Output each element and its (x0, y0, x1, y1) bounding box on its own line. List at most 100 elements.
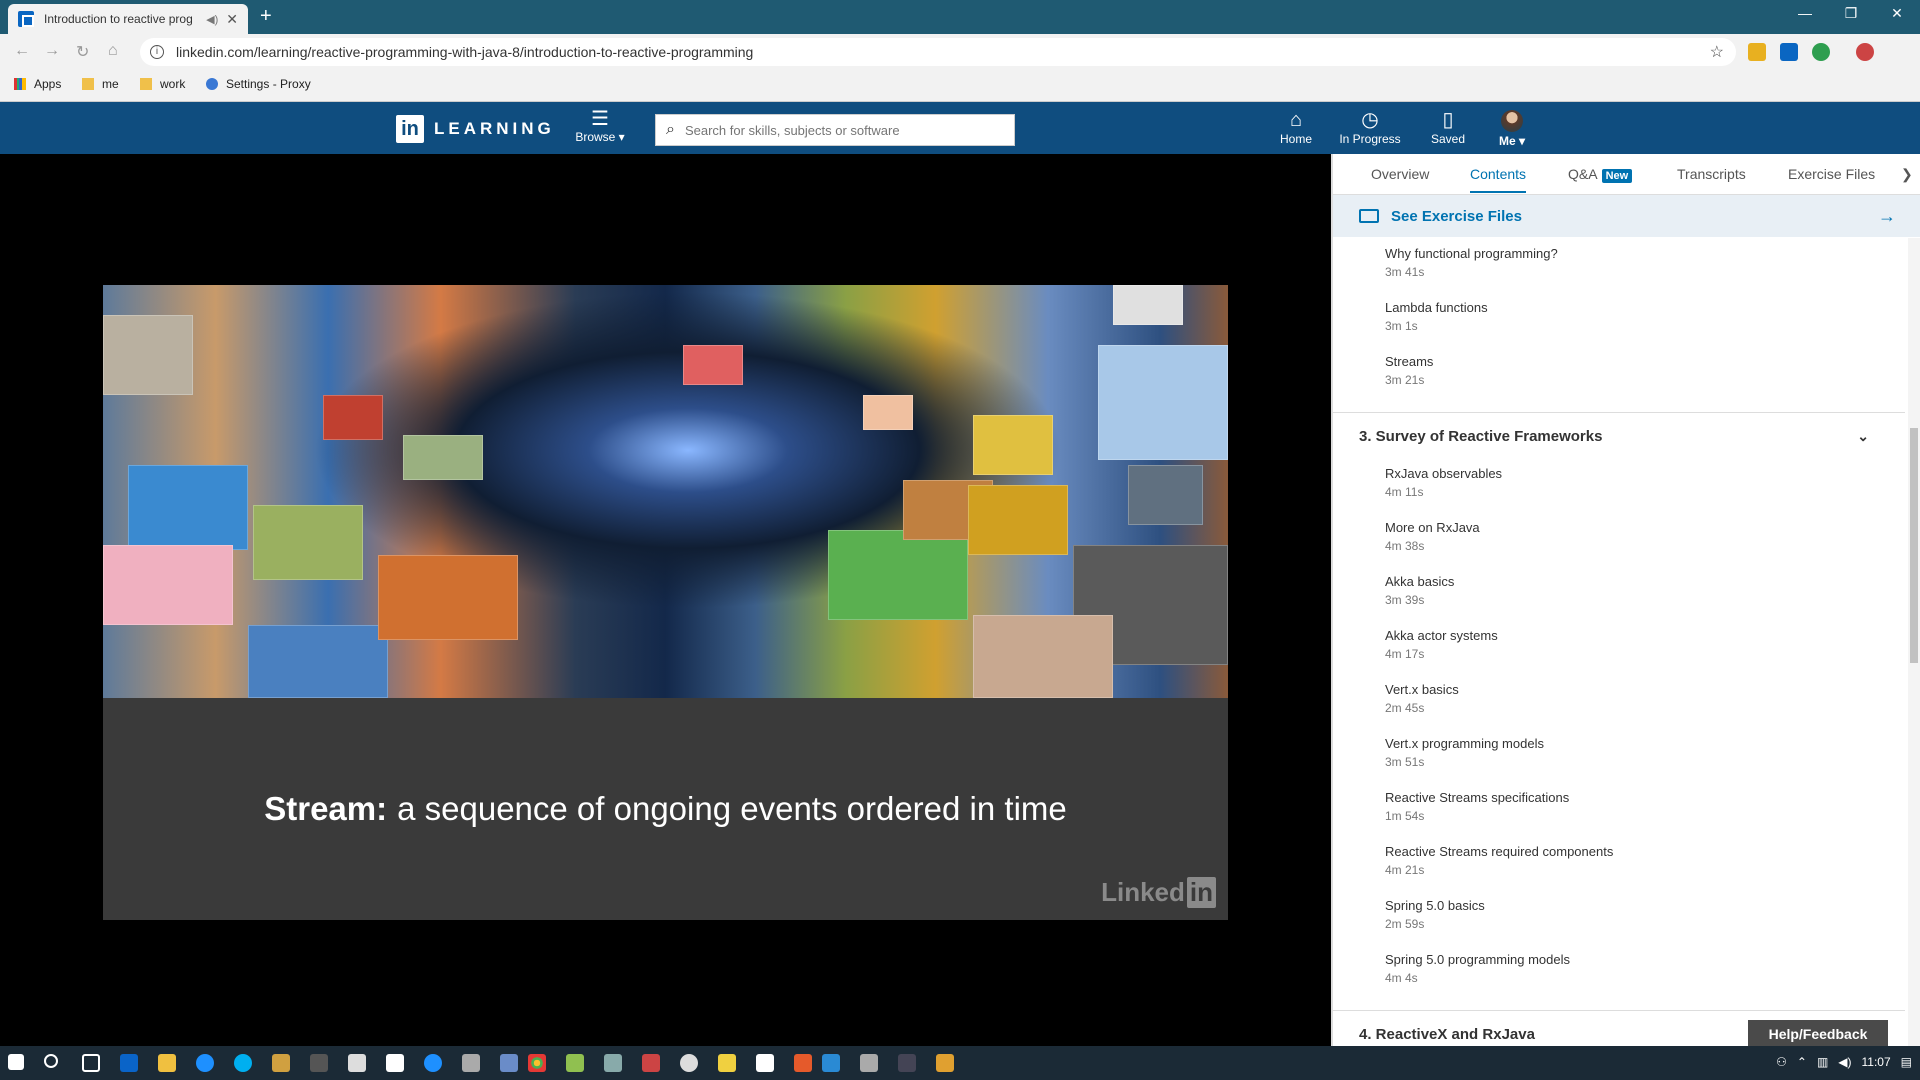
video-player[interactable]: Stream: a sequence of ongoing events ord… (0, 154, 1331, 1046)
app-icon[interactable] (424, 1054, 442, 1072)
chevron-up-icon[interactable]: ⌃ (1797, 1055, 1807, 1069)
vscode-icon[interactable] (822, 1054, 840, 1072)
app-icon[interactable] (500, 1054, 518, 1072)
nav-me[interactable]: Me ▾ (1492, 108, 1532, 148)
see-exercise-files-link[interactable]: See Exercise Files → (1333, 195, 1920, 237)
bookmark-settings-proxy[interactable]: Settings - Proxy (206, 77, 311, 91)
nav-saved[interactable]: ▯ Saved (1426, 108, 1470, 146)
clock-icon: ◷ (1361, 109, 1379, 131)
app-icon[interactable] (936, 1054, 954, 1072)
list-item[interactable]: Akka actor systems 4m 17s (1385, 628, 1498, 661)
clock-time[interactable]: 11:07 (1862, 1055, 1891, 1069)
extension-icon[interactable] (1748, 43, 1766, 61)
list-item[interactable]: Vert.x programming models 3m 51s (1385, 736, 1544, 769)
list-item[interactable]: More on RxJava 4m 38s (1385, 520, 1480, 553)
section-header[interactable]: 4. ReactiveX and RxJava (1359, 1026, 1535, 1043)
task-view-icon[interactable] (82, 1054, 100, 1072)
profile-icon[interactable] (1856, 43, 1874, 61)
app-icon[interactable] (898, 1054, 916, 1072)
gear-icon (206, 78, 218, 90)
folder-icon (140, 78, 152, 90)
people-icon[interactable]: ⚇ (1776, 1055, 1787, 1069)
file-explorer-icon[interactable] (158, 1054, 176, 1072)
reload-icon[interactable]: ↻ (76, 42, 89, 62)
nav-home[interactable]: ⌂ Home (1274, 108, 1318, 146)
minimize-icon[interactable]: — (1790, 5, 1820, 21)
app-icon[interactable] (642, 1054, 660, 1072)
site-info-icon[interactable]: i (150, 45, 164, 59)
linkedin-learning-logo[interactable]: in LEARNING (396, 115, 555, 143)
list-item[interactable]: Why functional programming? 3m 41s (1385, 246, 1558, 279)
app-icon[interactable] (462, 1054, 480, 1072)
linkedin-learning-favicon (18, 11, 34, 27)
intellij-icon[interactable] (386, 1054, 404, 1072)
back-icon[interactable]: ← (14, 42, 30, 60)
windows-start-icon[interactable] (8, 1054, 24, 1070)
outlook-icon[interactable] (120, 1054, 138, 1072)
list-item[interactable]: Reactive Streams specifications 1m 54s (1385, 790, 1569, 823)
app-icon[interactable] (860, 1054, 878, 1072)
video-duration: 4m 4s (1385, 971, 1418, 985)
app-icon[interactable] (756, 1054, 774, 1072)
address-bar[interactable]: i linkedin.com/learning/reactive-program… (140, 38, 1736, 66)
extension-badge-icon[interactable] (1812, 43, 1830, 61)
nav-in-progress[interactable]: ◷ In Progress (1338, 108, 1402, 146)
new-tab-button[interactable]: + (260, 5, 272, 28)
tab-qa[interactable]: Q&A New (1568, 166, 1633, 183)
bookmark-star-icon[interactable]: ☆ (1710, 42, 1724, 62)
network-icon[interactable]: ▥ (1817, 1055, 1828, 1069)
skype-icon[interactable] (234, 1054, 252, 1072)
contents-scrollbar[interactable] (1908, 238, 1920, 1046)
list-item[interactable]: Vert.x basics 2m 45s (1385, 682, 1459, 715)
app-icon[interactable] (272, 1054, 290, 1072)
home-button-icon[interactable]: ⌂ (108, 42, 118, 60)
chevron-right-icon[interactable]: ❯ (1901, 166, 1913, 183)
sticky-notes-icon[interactable] (718, 1054, 736, 1072)
search-icon[interactable] (44, 1054, 58, 1068)
bookmark-folder-work[interactable]: work (140, 77, 185, 91)
list-item[interactable]: RxJava observables 4m 11s (1385, 466, 1502, 499)
close-tab-icon[interactable]: ✕ (226, 11, 238, 28)
video-duration: 3m 51s (1385, 755, 1425, 769)
app-icon[interactable] (348, 1054, 366, 1072)
bookmark-apps[interactable]: Apps (14, 77, 61, 91)
tab-exercise-files[interactable]: Exercise Files (1788, 166, 1875, 182)
search-input[interactable] (684, 122, 985, 138)
hamburger-icon: ☰ (591, 108, 609, 130)
app-icon[interactable] (680, 1054, 698, 1072)
tab-transcripts[interactable]: Transcripts (1677, 166, 1746, 182)
app-icon[interactable] (566, 1054, 584, 1072)
chrome-icon[interactable] (528, 1054, 546, 1072)
avatar (1501, 110, 1523, 132)
section-header[interactable]: 3. Survey of Reactive Frameworks ⌄ (1359, 428, 1889, 445)
list-item[interactable]: Spring 5.0 programming models 4m 4s (1385, 952, 1570, 985)
volume-icon[interactable]: ◀) (1838, 1055, 1851, 1069)
app-icon[interactable] (794, 1054, 812, 1072)
search-box[interactable]: ⌕ (655, 114, 1015, 146)
forward-icon[interactable]: → (44, 42, 60, 60)
list-item[interactable]: Lambda functions 3m 1s (1385, 300, 1488, 333)
browser-tab[interactable]: Introduction to reactive prog ◀) ✕ (8, 4, 248, 34)
home-icon: ⌂ (1289, 109, 1303, 131)
linkedin-extension-icon[interactable] (1780, 43, 1798, 61)
list-item[interactable]: Akka basics 3m 39s (1385, 574, 1454, 607)
restore-icon[interactable]: ❐ (1836, 5, 1866, 22)
notifications-icon[interactable]: ▤ (1901, 1055, 1912, 1069)
list-item[interactable]: Reactive Streams required components 4m … (1385, 844, 1613, 877)
tab-contents[interactable]: Contents (1470, 166, 1527, 193)
tab-overview[interactable]: Overview (1371, 166, 1429, 182)
terminal-icon[interactable] (310, 1054, 328, 1072)
list-item[interactable]: Streams 3m 21s (1385, 354, 1433, 387)
tab-title: Introduction to reactive prog (44, 12, 193, 26)
apps-grid-icon (14, 78, 26, 90)
internet-explorer-icon[interactable] (196, 1054, 214, 1072)
bookmark-folder-me[interactable]: me (82, 77, 119, 91)
list-item[interactable]: Spring 5.0 basics 2m 59s (1385, 898, 1485, 931)
close-window-icon[interactable]: ✕ (1882, 5, 1912, 22)
browse-menu-button[interactable]: ☰ Browse ▾ (572, 108, 628, 144)
help-feedback-button[interactable]: Help/Feedback (1748, 1020, 1888, 1048)
scrollbar-thumb[interactable] (1910, 428, 1918, 663)
bookmark-label: Apps (34, 77, 62, 91)
app-icon[interactable] (604, 1054, 622, 1072)
speaker-icon[interactable]: ◀) (206, 13, 218, 26)
